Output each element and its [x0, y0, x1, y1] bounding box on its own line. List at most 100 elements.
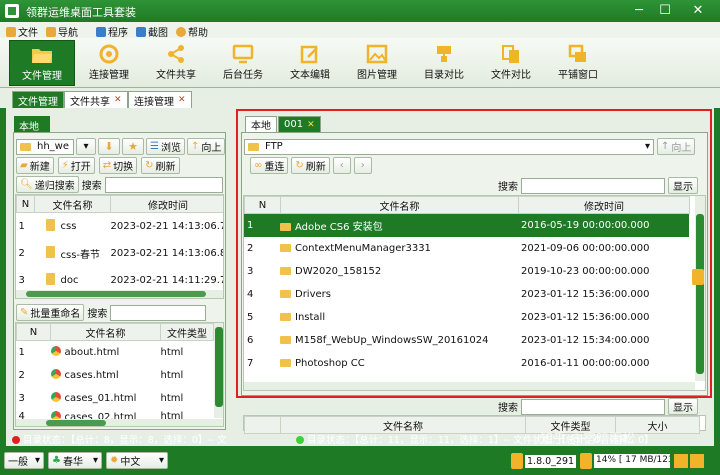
tool-text-edit[interactable]: 文本编辑	[277, 40, 343, 86]
back-button[interactable]: ‹	[332, 157, 351, 174]
tool-dir-compare[interactable]: 目录对比	[411, 40, 477, 86]
table-row[interactable]: 3 DW2020_158152 2019-10-23 00:00:00.000	[244, 260, 689, 283]
left-list-vscroll[interactable]	[214, 323, 223, 418]
col-type[interactable]: 文件类型	[160, 323, 214, 341]
col-time[interactable]: 修改时间	[518, 196, 690, 214]
table-row[interactable]: 5 Install 2023-01-12 15:36:00.000	[244, 306, 689, 329]
right-up-button[interactable]: ↑ 向上	[657, 138, 696, 155]
left-download-button[interactable]: ⬇	[98, 138, 120, 155]
lightning-icon: ⚡	[61, 160, 69, 171]
right-show-button-2[interactable]: 显示	[668, 398, 698, 415]
rename-icon: ✎	[20, 307, 29, 318]
chevron-down-icon[interactable]: ▾	[645, 141, 650, 152]
table-row[interactable]: 1 css 2023-02-21 14:13:06.7	[17, 213, 223, 240]
title-bar: 领群运维桌面工具套装 ─ ☐ ✕	[0, 0, 720, 22]
status-dot-icon	[296, 436, 304, 444]
table-row[interactable]: 4 Drivers 2023-01-12 15:36:00.000	[244, 283, 689, 306]
menu-program[interactable]: 程序	[96, 24, 128, 39]
left-refresh-button[interactable]: ↻ 刷新	[141, 157, 180, 174]
col-n[interactable]: N	[244, 196, 281, 214]
menu-screenshot[interactable]: 截图	[136, 24, 168, 39]
side-handle-icon[interactable]	[692, 269, 704, 285]
season-select[interactable]: ♣ 春华 ▾	[48, 452, 102, 469]
dir-compare-icon	[437, 46, 451, 62]
col-name[interactable]: 文件名称	[50, 323, 161, 341]
pause-icon[interactable]	[690, 454, 704, 468]
folder-icon	[45, 246, 55, 258]
left-new-button[interactable]: ▰ 新建	[16, 157, 54, 174]
table-row[interactable]: 6 M158f_WebUp_WindowsSW_20161024 2023-01-1…	[244, 329, 689, 352]
col-n[interactable]: N	[244, 416, 281, 434]
tool-file-manager[interactable]: 文件管理	[9, 40, 75, 86]
table-row[interactable]: 3 cases_01.html html	[17, 387, 214, 410]
tab-file-manager[interactable]: 文件管理	[12, 91, 64, 108]
tool-image-manager[interactable]: 图片管理	[344, 40, 410, 86]
col-time[interactable]: 修改时间	[110, 195, 223, 213]
left-tab-local[interactable]: 本地	[14, 116, 50, 133]
left-search-input-2[interactable]	[110, 304, 207, 321]
left-table-hscroll[interactable]	[16, 290, 223, 298]
menu-nav[interactable]: 导航	[46, 24, 78, 39]
forward-button[interactable]: ›	[353, 157, 372, 174]
close-tab-icon[interactable]: ✕	[114, 95, 122, 105]
maximize-button[interactable]: ☐	[654, 2, 676, 20]
reconnect-button[interactable]: ∞ 重连	[250, 157, 289, 174]
left-recursive-search-button[interactable]: 🔍︎ 递归搜索	[16, 176, 79, 193]
right-table-hscroll[interactable]	[244, 382, 695, 390]
close-window-button[interactable]: ✕	[682, 2, 714, 20]
tool-background-tasks[interactable]: 后台任务	[210, 40, 276, 86]
batch-rename-button[interactable]: ✎ 批量重命名	[16, 304, 85, 321]
play-icon[interactable]	[674, 454, 688, 468]
tool-tile-windows[interactable]: 平铺窗口	[545, 40, 611, 86]
folder-icon	[280, 313, 291, 321]
mode-select[interactable]: 一般 ▾	[4, 452, 44, 469]
language-select[interactable]: ✹ 中文 ▾	[106, 452, 168, 469]
tool-file-share[interactable]: 文件共享	[143, 40, 209, 86]
col-name[interactable]: 文件名称	[34, 195, 111, 213]
table-row[interactable]: 1 Adobe CS6 安装包 2016-05-19 00:00:00.000	[244, 214, 689, 237]
folder-icon	[280, 336, 291, 344]
chrome-icon	[50, 369, 61, 379]
chrome-icon	[50, 392, 61, 402]
table-row[interactable]: 7 Photoshop CC 2016-01-11 00:00:00.000	[244, 352, 689, 375]
col-n[interactable]: N	[16, 323, 51, 341]
minimize-button[interactable]: ─	[628, 2, 650, 20]
col-n[interactable]: N	[16, 195, 35, 213]
right-search-input-2[interactable]	[521, 398, 665, 415]
left-favorite-button[interactable]: ★	[122, 138, 144, 155]
tool-file-compare[interactable]: 文件对比	[478, 40, 544, 86]
left-switch-button[interactable]: ⇄ 切换	[98, 157, 138, 174]
right-refresh-button[interactable]: ↻ 刷新	[291, 157, 330, 174]
tool-connection-manager[interactable]: 连接管理	[76, 40, 142, 86]
tab-connection-manager[interactable]: 连接管理 ✕	[128, 91, 192, 108]
left-up-button[interactable]: ↑ 向上	[186, 138, 226, 155]
col-name[interactable]: 文件名称	[280, 416, 526, 434]
left-path-input[interactable]: hh_we	[16, 138, 74, 155]
left-browse-button[interactable]: ☰ 浏览	[146, 138, 185, 155]
right-table-vscroll[interactable]	[695, 196, 705, 381]
right-tab-local[interactable]: 本地	[245, 116, 277, 132]
left-search-input[interactable]	[104, 176, 223, 193]
chevron-down-icon: ▾	[92, 455, 98, 466]
left-open-button[interactable]: ⚡ 打开	[57, 157, 95, 174]
right-status-bar: 目录状态：【总计：11，显示：11，选择：1】-- 文件状态：【总计：0，选择：…	[296, 432, 716, 446]
table-row[interactable]: 2 cases.html html	[17, 364, 214, 387]
col-name[interactable]: 文件名称	[280, 196, 519, 214]
right-show-button[interactable]: 显示	[668, 177, 698, 194]
tab-file-share[interactable]: 文件共享 ✕	[64, 91, 128, 108]
table-row[interactable]: 1 about.html html	[17, 341, 214, 364]
table-row[interactable]: 2 css-春节 2023-02-21 14:13:06.8	[17, 240, 223, 267]
close-tab-icon[interactable]: ✕	[307, 120, 315, 130]
right-path-input[interactable]: FTP ▾	[244, 138, 654, 155]
menu-file[interactable]: 文件	[6, 24, 38, 39]
right-tab-remote[interactable]: 001 ✕	[278, 116, 321, 132]
table-row[interactable]: 2 ContextMenuManager3331 2021-09-06 00:00:…	[244, 237, 689, 260]
java-icon	[511, 453, 523, 469]
menu-help[interactable]: 帮助	[176, 24, 208, 39]
right-search-input[interactable]	[521, 177, 665, 194]
close-tab-icon[interactable]: ✕	[178, 95, 186, 105]
left-list-hscroll[interactable]	[16, 419, 223, 426]
right-search-label-2: 搜索	[498, 403, 518, 414]
share-icon	[168, 45, 184, 63]
left-path-dropdown[interactable]: ▾	[76, 138, 96, 155]
